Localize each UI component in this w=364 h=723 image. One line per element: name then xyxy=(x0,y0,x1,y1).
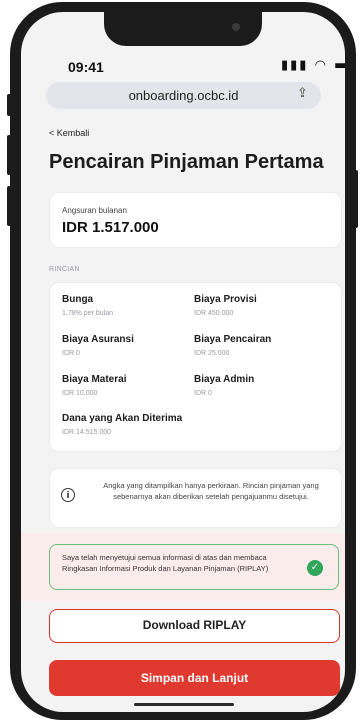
detail-value: IDR 10.000 xyxy=(62,390,98,397)
details-card xyxy=(49,282,342,452)
detail-title: Biaya Provisi xyxy=(194,294,257,305)
detail-title: Bunga xyxy=(62,294,94,305)
detail-value: 1,78% per bulan xyxy=(62,310,113,317)
monthly-installment-value: IDR 1.517.000 xyxy=(62,219,159,236)
save-and-continue-button[interactable]: Simpan dan Lanjut xyxy=(49,660,340,696)
detail-value: IDR 14.515.000 xyxy=(62,429,112,436)
detail-value: IDR 0 xyxy=(194,390,212,397)
detail-value: IDR 450.000 xyxy=(194,310,234,317)
signal-icon: ▮▮▮ xyxy=(281,58,309,73)
agreement-text: Saya telah menyetujui semua informasi di… xyxy=(62,553,269,573)
url-text: onboarding.ocbc.id xyxy=(128,88,239,103)
monthly-installment-label: Angsuran bulanan xyxy=(62,206,127,215)
download-riplay-button[interactable]: Download RIPLAY xyxy=(49,609,340,643)
detail-title: Biaya Admin xyxy=(194,374,255,385)
checkmark-icon[interactable]: ✓ xyxy=(307,560,323,576)
detail-title: Dana yang Akan Diterima xyxy=(62,413,183,424)
detail-value: IDR 0 xyxy=(62,350,80,357)
share-icon[interactable]: ⇪ xyxy=(297,86,308,101)
estimate-info-text: Angka yang ditampilkan hanya perkiraan. … xyxy=(103,481,319,501)
section-label-rincian: RINCIAN xyxy=(49,266,80,273)
detail-title: Biaya Materai xyxy=(62,374,127,385)
home-indicator xyxy=(134,703,234,706)
battery-icon: ▬ xyxy=(334,58,349,73)
detail-title: Biaya Asuransi xyxy=(62,334,134,345)
detail-title: Biaya Pencairan xyxy=(194,334,272,345)
wifi-icon: ◠ xyxy=(314,58,328,73)
camera-dot xyxy=(232,23,240,31)
info-icon: i xyxy=(61,488,75,502)
detail-value: IDR 25.000 xyxy=(194,350,230,357)
back-link[interactable]: < Kembali xyxy=(49,128,89,138)
status-icons: ▮▮▮ ◠ ▬ xyxy=(281,58,348,73)
status-time: 09:41 xyxy=(68,59,104,75)
page-title: Pencairan Pinjaman Pertama xyxy=(49,151,324,173)
